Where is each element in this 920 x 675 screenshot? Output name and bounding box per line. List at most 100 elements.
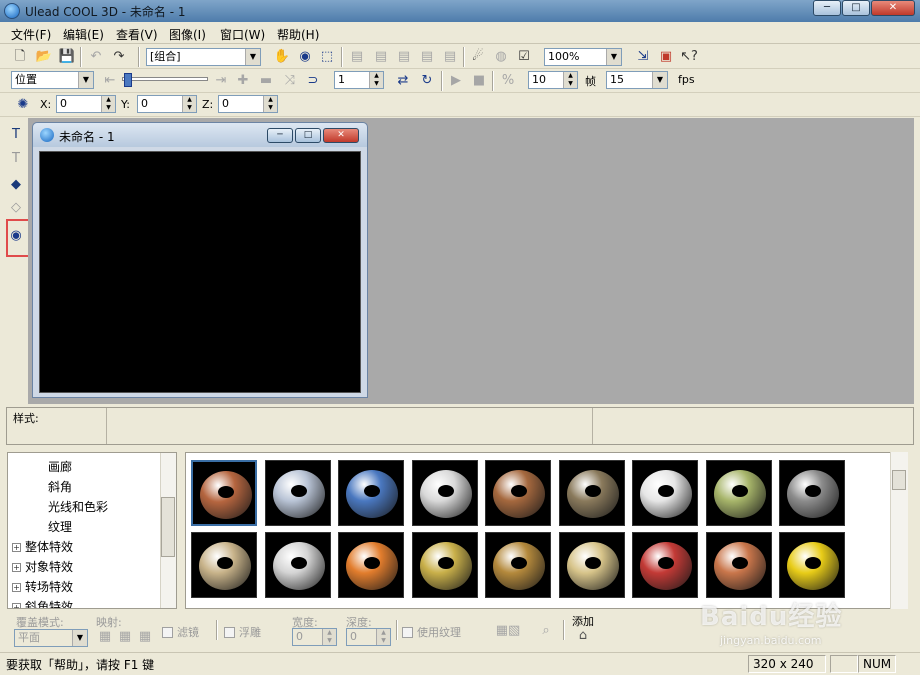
- spinner-arrows[interactable]: ▲ ▼: [182, 96, 196, 112]
- doc-minimize-button[interactable]: ─: [267, 128, 293, 143]
- properties-icon[interactable]: ☑: [515, 48, 533, 66]
- gallery-tile-orange-clay[interactable]: [338, 532, 404, 598]
- current-frame-spinner[interactable]: 1 ▲ ▼: [334, 71, 384, 89]
- render-canvas[interactable]: [39, 151, 361, 393]
- redo-icon[interactable]: ↷: [110, 48, 128, 66]
- checkbox-box[interactable]: [224, 627, 235, 638]
- insert-text-icon[interactable]: T: [6, 125, 26, 145]
- tree-item-bevel-effects[interactable]: + 斜角特效: [12, 598, 73, 608]
- minimize-button[interactable]: ─: [813, 0, 841, 16]
- reverse-key-icon[interactable]: ⤨: [281, 72, 299, 90]
- texture-file-icon[interactable]: ▦▧: [488, 622, 528, 640]
- tree-scrollbar[interactable]: [160, 453, 176, 608]
- repeat-icon[interactable]: ↻: [418, 72, 436, 90]
- width-spinner[interactable]: 0 ▲ ▼: [292, 628, 337, 646]
- object-select-combo[interactable]: [组合] ▼: [146, 48, 261, 66]
- frame-count-spinner[interactable]: 10 ▲ ▼: [528, 71, 578, 89]
- tree-item-bevel[interactable]: 斜角: [48, 478, 72, 495]
- align-center-icon[interactable]: ▤: [372, 48, 390, 66]
- close-button[interactable]: ✕: [871, 0, 915, 16]
- tree-item-object-effects[interactable]: + 对象特效: [12, 558, 73, 575]
- stop-icon[interactable]: ■: [470, 72, 488, 90]
- emboss-checkbox[interactable]: 浮雕: [224, 624, 261, 640]
- timeline-thumb[interactable]: [124, 73, 132, 87]
- spinner-arrows[interactable]: ▲ ▼: [563, 72, 577, 88]
- loop-icon[interactable]: ⊃: [304, 72, 322, 90]
- tree-item-transition-effects[interactable]: + 转场特效: [12, 578, 73, 595]
- menu-file[interactable]: 文件(F): [11, 26, 51, 43]
- chevron-down-icon[interactable]: ▼: [245, 49, 260, 65]
- gallery-tile-gold-metal[interactable]: [411, 532, 478, 598]
- chevron-down-icon[interactable]: ▼: [606, 49, 621, 65]
- effects-tree[interactable]: 画廊 斜角 光线和色彩 纹理 + 整体特效 + 对象特效 + 转场特效 + 斜角特效: [7, 452, 177, 609]
- menu-window[interactable]: 窗口(W): [220, 26, 265, 43]
- expand-icon[interactable]: +: [12, 603, 21, 608]
- gallery-tile-crackle-white[interactable]: [632, 460, 698, 526]
- tree-scroll-thumb[interactable]: [161, 497, 175, 557]
- gallery-tile-brass[interactable]: [485, 532, 551, 598]
- gallery-tile-burlap[interactable]: [191, 532, 257, 598]
- insert-geometric-icon[interactable]: ◆: [6, 175, 26, 195]
- spinner-arrows[interactable]: ▲ ▼: [369, 72, 383, 88]
- gallery-tile-chrome[interactable]: [264, 532, 331, 598]
- use-texture-checkbox[interactable]: 使用纹理: [402, 624, 461, 640]
- chevron-down-icon[interactable]: ▼: [78, 72, 93, 88]
- spinner-arrows[interactable]: ▲ ▼: [263, 96, 277, 112]
- document-title-bar[interactable]: 未命名 - 1 ─ □ ✕: [33, 123, 367, 147]
- gallery-tile-grey-stone[interactable]: [779, 460, 845, 526]
- animation-mode-combo[interactable]: 位置 ▼: [11, 71, 94, 89]
- add-key-icon[interactable]: ✚: [234, 72, 252, 90]
- align-left-icon[interactable]: ▤: [348, 48, 366, 66]
- gallery-tile-red-brick[interactable]: [632, 532, 698, 598]
- hand-icon[interactable]: ✋: [273, 48, 291, 66]
- menu-edit[interactable]: 编辑(E): [63, 26, 104, 43]
- align-top-icon[interactable]: ▤: [418, 48, 436, 66]
- gallery-tile-silver-pattern[interactable]: [264, 460, 331, 526]
- mapping-sphere-icon[interactable]: ▦: [136, 628, 154, 646]
- export-icon[interactable]: ⇲: [634, 48, 652, 66]
- open-folder-icon[interactable]: 📂: [35, 48, 53, 66]
- remove-key-icon[interactable]: ▬: [257, 72, 275, 90]
- menu-view[interactable]: 查看(V): [116, 26, 158, 43]
- object-rotate-icon[interactable]: ◉: [296, 48, 314, 66]
- zoom-combo[interactable]: 100% ▼: [544, 48, 622, 66]
- checkbox-box[interactable]: [162, 627, 173, 638]
- filter-checkbox[interactable]: 滤镜: [162, 624, 199, 640]
- title-bar[interactable]: Ulead COOL 3D - 未命名 - 1 ─ □ ✕: [0, 0, 920, 22]
- edit-text-icon[interactable]: T: [6, 149, 26, 169]
- expand-icon[interactable]: +: [12, 543, 21, 552]
- last-key-icon[interactable]: ⇥: [212, 72, 230, 90]
- gallery-tile-white-brick[interactable]: [411, 460, 478, 526]
- y-spinner[interactable]: 0 ▲ ▼: [137, 95, 197, 113]
- align-bottom-icon[interactable]: ▤: [441, 48, 459, 66]
- percent-icon[interactable]: %: [499, 72, 517, 90]
- add-to-gallery-icon[interactable]: ⌂: [574, 627, 592, 645]
- save-icon[interactable]: 💾: [58, 48, 76, 66]
- gallery-tile-green-moss[interactable]: [705, 460, 772, 526]
- object-icon[interactable]: ✺: [14, 96, 32, 114]
- spinner-arrows[interactable]: ▲ ▼: [376, 629, 390, 645]
- undo-icon[interactable]: ↶: [87, 48, 105, 66]
- fps-combo[interactable]: 15 ▼: [606, 71, 668, 89]
- app-icon[interactable]: [4, 3, 20, 19]
- first-key-icon[interactable]: ⇤: [101, 72, 119, 90]
- gallery-scroll-thumb[interactable]: [892, 470, 906, 490]
- tree-item-global-effects[interactable]: + 整体特效: [12, 538, 73, 555]
- texture-gallery[interactable]: [185, 452, 908, 609]
- depth-spinner[interactable]: 0 ▲ ▼: [346, 628, 391, 646]
- new-file-icon[interactable]: 🗋: [11, 48, 29, 66]
- gallery-tile-rock-brown[interactable]: [558, 460, 625, 526]
- overlay-mode-combo[interactable]: 平面 ▼: [14, 629, 88, 647]
- context-help-icon[interactable]: ↖?: [680, 48, 698, 66]
- gallery-scrollbar[interactable]: [890, 452, 908, 609]
- menu-image[interactable]: 图像(I): [169, 26, 206, 43]
- tree-item-texture[interactable]: 纹理: [48, 518, 72, 535]
- checkbox-box[interactable]: [402, 627, 413, 638]
- timeline-slider[interactable]: [122, 77, 208, 81]
- mapping-cylinder-icon[interactable]: ▦: [116, 628, 134, 646]
- tree-item-light-color[interactable]: 光线和色彩: [48, 498, 108, 515]
- gallery-tile-yellow-glossy[interactable]: [779, 532, 845, 598]
- edit-geometric-icon[interactable]: ◇: [6, 198, 26, 218]
- align-right-icon[interactable]: ▤: [395, 48, 413, 66]
- gallery-tile-terracotta-brick[interactable]: [705, 532, 772, 598]
